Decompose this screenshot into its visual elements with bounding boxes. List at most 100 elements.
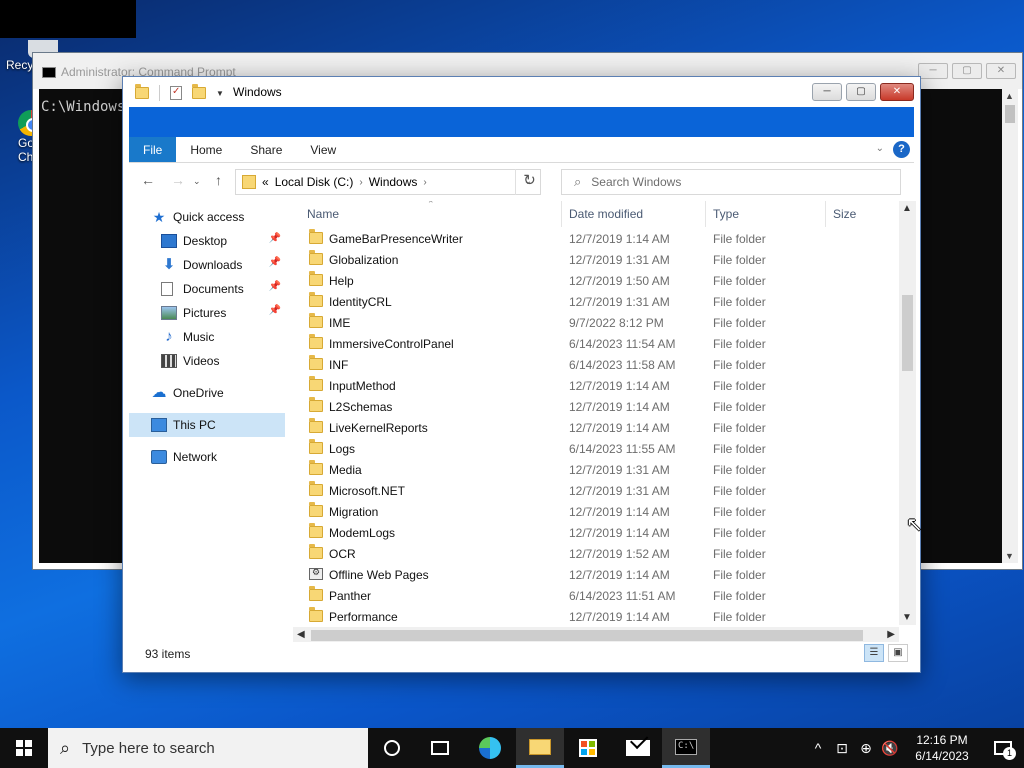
back-arrow-icon[interactable]: ← — [141, 172, 155, 188]
scroll-down-icon[interactable]: ▼ — [1005, 551, 1014, 561]
explorer-maximize-button[interactable]: ▢ — [846, 83, 876, 101]
customize-toolbar-chevron-icon[interactable]: ▼ — [216, 89, 224, 98]
scroll-up-icon[interactable]: ▲ — [1005, 91, 1014, 101]
breadcrumb-local-disk[interactable]: Local Disk (C:) — [275, 175, 354, 189]
taskbar-command-prompt[interactable]: C:\ — [662, 728, 710, 768]
forward-arrow-icon[interactable]: → — [171, 172, 185, 188]
address-bar[interactable]: « Local Disk (C:) › Windows › ⌄ — [235, 169, 541, 195]
table-row[interactable]: Media 12/7/2019 1:31 AM File folder — [293, 459, 899, 480]
column-size-header[interactable]: Size — [833, 207, 856, 221]
nav-item-label: Network — [173, 450, 218, 464]
nav-item-music[interactable]: ♪ Music — [129, 325, 285, 349]
breadcrumb-chevron-icon[interactable]: › — [359, 177, 362, 188]
tab-home[interactable]: Home — [176, 137, 236, 162]
cmd-close-button[interactable]: ✕ — [986, 63, 1016, 79]
table-row[interactable]: Migration 12/7/2019 1:14 AM File folder — [293, 501, 899, 522]
column-type-header[interactable]: Type — [713, 207, 739, 221]
table-row[interactable]: IME 9/7/2022 8:12 PM File folder — [293, 312, 899, 333]
vertical-scroll-thumb[interactable] — [902, 295, 913, 371]
table-row[interactable]: INF 6/14/2023 11:58 AM File folder — [293, 354, 899, 375]
scroll-down-icon[interactable]: ▼ — [902, 612, 912, 623]
table-row[interactable]: Performance 12/7/2019 1:14 AM File folder — [293, 606, 899, 625]
task-view-button[interactable] — [416, 728, 464, 768]
column-divider[interactable] — [561, 201, 562, 227]
tab-share[interactable]: Share — [236, 137, 296, 162]
start-button[interactable] — [0, 728, 48, 768]
address-overflow[interactable]: « — [262, 175, 269, 189]
table-row[interactable]: Offline Web Pages 12/7/2019 1:14 AM File f… — [293, 564, 899, 585]
table-row[interactable]: InputMethod 12/7/2019 1:14 AM File folder — [293, 375, 899, 396]
recent-locations-chevron-icon[interactable]: ⌄ — [193, 176, 201, 187]
table-row[interactable]: Logs 6/14/2023 11:55 AM File folder — [293, 438, 899, 459]
action-center-button[interactable]: 1 — [982, 728, 1024, 768]
search-box[interactable]: ⌕ — [561, 169, 901, 195]
large-icons-view-icon[interactable]: ▣ — [888, 644, 908, 662]
file-explorer-window[interactable]: ▼ Windows ─ ▢ ✕ File Home Share View ⌄ ?… — [122, 76, 921, 673]
nav-quick-access[interactable]: ★ Quick access — [129, 205, 285, 229]
nav-item-this-pc[interactable]: This PC — [129, 413, 285, 437]
network-globe-icon[interactable]: ⊕ — [854, 740, 878, 757]
expand-ribbon-chevron-icon[interactable]: ⌄ — [876, 143, 884, 154]
nav-item-label: OneDrive — [173, 386, 224, 400]
help-icon[interactable]: ? — [893, 141, 910, 158]
table-row[interactable]: LiveKernelReports 12/7/2019 1:14 AM File f… — [293, 417, 899, 438]
table-row[interactable]: Help 12/7/2019 1:50 AM File folder — [293, 270, 899, 291]
table-row[interactable]: OCR 12/7/2019 1:52 AM File folder — [293, 543, 899, 564]
file-name: OCR — [329, 547, 356, 561]
cortana-button[interactable] — [368, 728, 416, 768]
scroll-right-icon[interactable]: ▶ — [887, 629, 895, 640]
table-row[interactable]: L2Schemas 12/7/2019 1:14 AM File folder — [293, 396, 899, 417]
show-hidden-icons-chevron-icon[interactable]: ^ — [806, 740, 830, 756]
taskbar-clock[interactable]: 12:16 PM 6/14/2023 — [902, 732, 982, 764]
table-row[interactable]: Panther 6/14/2023 11:51 AM File folder — [293, 585, 899, 606]
breadcrumb-chevron-icon[interactable]: › — [423, 177, 426, 188]
speaker-muted-icon[interactable]: 🔇 — [878, 740, 902, 757]
column-divider[interactable] — [825, 201, 826, 227]
table-row[interactable]: Globalization 12/7/2019 1:31 AM File folde… — [293, 249, 899, 270]
up-arrow-icon[interactable]: ↑ — [215, 172, 222, 188]
new-folder-icon[interactable] — [192, 84, 206, 99]
nav-item-downloads[interactable]: ⬇ Downloads 📌 — [129, 253, 285, 277]
taskbar-search-input[interactable] — [82, 739, 333, 757]
pin-icon: 📌 — [268, 233, 281, 244]
table-row[interactable]: IdentityCRL 12/7/2019 1:31 AM File folder — [293, 291, 899, 312]
taskbar-mail[interactable] — [614, 728, 662, 768]
explorer-title-bar[interactable]: ▼ Windows ─ ▢ ✕ — [123, 77, 920, 107]
table-row[interactable]: ModemLogs 12/7/2019 1:14 AM File folder — [293, 522, 899, 543]
horizontal-scroll-thumb[interactable] — [311, 630, 863, 641]
taskbar-search-box[interactable]: ⌕ — [48, 728, 368, 768]
scroll-left-icon[interactable]: ◀ — [297, 629, 305, 640]
scroll-up-icon[interactable]: ▲ — [902, 203, 912, 214]
taskbar-edge[interactable] — [466, 728, 514, 768]
nav-item-pictures[interactable]: Pictures 📌 — [129, 301, 285, 325]
column-name-header[interactable]: Name — [307, 207, 339, 221]
nav-item-network[interactable]: Network — [129, 445, 285, 469]
folder-icon — [309, 271, 323, 286]
nav-item-desktop[interactable]: Desktop 📌 — [129, 229, 285, 253]
properties-icon[interactable] — [170, 86, 182, 100]
cmd-maximize-button[interactable]: ▢ — [952, 63, 982, 79]
table-row[interactable]: Microsoft.NET 12/7/2019 1:31 AM File folde… — [293, 480, 899, 501]
tab-view[interactable]: View — [296, 137, 350, 162]
table-row[interactable]: ImmersiveControlPanel 6/14/2023 11:54 AM F… — [293, 333, 899, 354]
cmd-scroll-thumb[interactable] — [1005, 105, 1015, 123]
nav-item-onedrive[interactable]: ☁ OneDrive — [129, 381, 285, 405]
explorer-close-button[interactable]: ✕ — [880, 83, 914, 101]
refresh-icon[interactable]: ↻ — [515, 169, 543, 195]
search-input[interactable] — [591, 175, 872, 189]
nav-item-videos[interactable]: Videos — [129, 349, 285, 373]
vertical-scrollbar[interactable]: ▲ ▼ — [899, 201, 916, 625]
explorer-minimize-button[interactable]: ─ — [812, 83, 842, 101]
details-view-icon[interactable]: ☰ — [864, 644, 884, 662]
table-row[interactable]: GameBarPresenceWriter 12/7/2019 1:14 AM Fi… — [293, 228, 899, 249]
tab-file[interactable]: File — [129, 137, 177, 162]
cmd-minimize-button[interactable]: ─ — [918, 63, 948, 79]
cmd-scrollbar[interactable]: ▲ ▼ — [1002, 89, 1018, 563]
breadcrumb-windows[interactable]: Windows — [369, 175, 418, 189]
taskbar-store[interactable] — [564, 728, 612, 768]
column-divider[interactable] — [705, 201, 706, 227]
nav-item-documents[interactable]: Documents 📌 — [129, 277, 285, 301]
column-date-header[interactable]: Date modified — [569, 207, 643, 221]
taskbar-file-explorer[interactable] — [516, 728, 564, 768]
meet-now-icon[interactable]: ⊡ — [830, 740, 854, 757]
